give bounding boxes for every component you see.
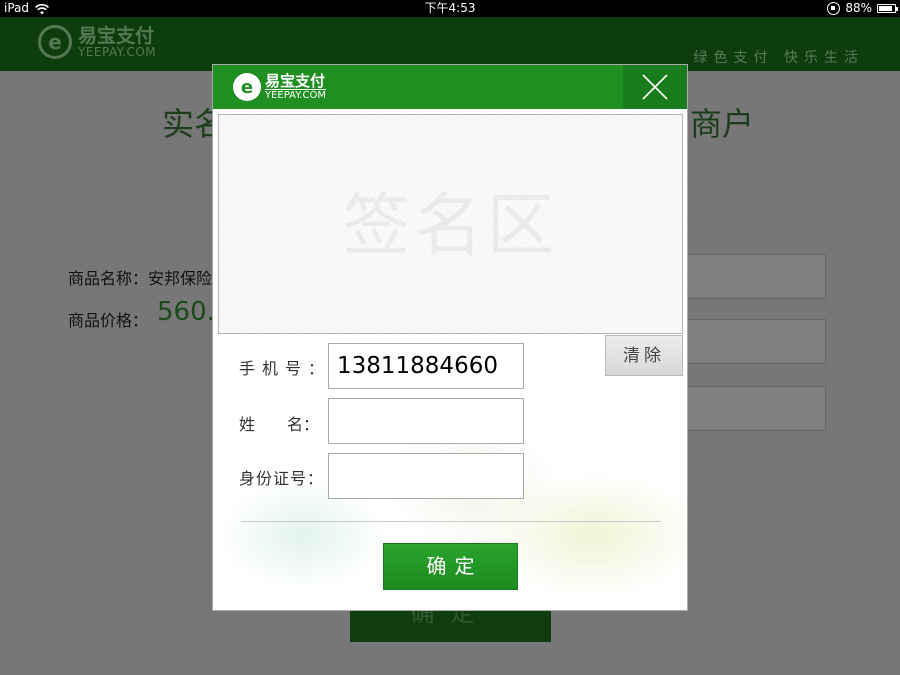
name-label: 姓 名：	[239, 415, 320, 434]
page-title-right: 商户	[690, 105, 755, 143]
phone-input[interactable]	[328, 343, 524, 389]
dialog-logo-en: YEEPAY.COM	[265, 89, 326, 101]
app-header: e 易宝支付 YEEPAY.COM 绿色支付 快乐生活	[0, 17, 900, 71]
background-input-1	[686, 254, 826, 299]
id-number-label: 身份证号：	[239, 469, 325, 488]
signature-area-label: 签名区	[342, 187, 559, 266]
name-input[interactable]	[328, 398, 524, 444]
app-slogan: 绿色支付 快乐生活	[693, 50, 864, 66]
status-time: 下午4:53	[424, 1, 476, 15]
dialog-logo: e 易宝支付 YEEPAY.COM	[233, 73, 326, 101]
clear-button[interactable]: 清除	[605, 335, 683, 376]
status-bar: iPad 下午4:53 88%	[0, 0, 900, 17]
close-button[interactable]	[623, 65, 687, 109]
confirm-button[interactable]: 确定	[383, 543, 518, 590]
app-logo: e 易宝支付 YEEPAY.COM	[38, 25, 156, 59]
close-icon	[642, 74, 668, 100]
rotation-lock-icon	[827, 2, 841, 15]
background-input-3	[686, 386, 826, 431]
battery-percent: 88%	[845, 1, 872, 15]
signature-dialog: e 易宝支付 YEEPAY.COM 签名区 清除 手机号： 姓 名： 身份证号：…	[212, 64, 688, 611]
id-number-input[interactable]	[328, 453, 524, 499]
background-input-2	[686, 319, 826, 364]
phone-label: 手机号：	[239, 359, 332, 378]
product-name-label: 商品名称：安邦保险	[68, 269, 213, 288]
app-logo-en: YEEPAY.COM	[78, 45, 157, 59]
product-price-label: 商品价格：	[68, 311, 149, 330]
dialog-header: e 易宝支付 YEEPAY.COM	[213, 65, 687, 109]
dialog-logo-cn: 易宝支付	[265, 72, 326, 90]
divider	[241, 521, 661, 522]
yeepay-logo-icon: e	[38, 25, 72, 59]
app-logo-cn: 易宝支付	[78, 25, 155, 47]
signature-area[interactable]: 签名区	[218, 114, 683, 334]
battery-icon	[877, 4, 898, 13]
yeepay-logo-icon: e	[233, 73, 261, 101]
